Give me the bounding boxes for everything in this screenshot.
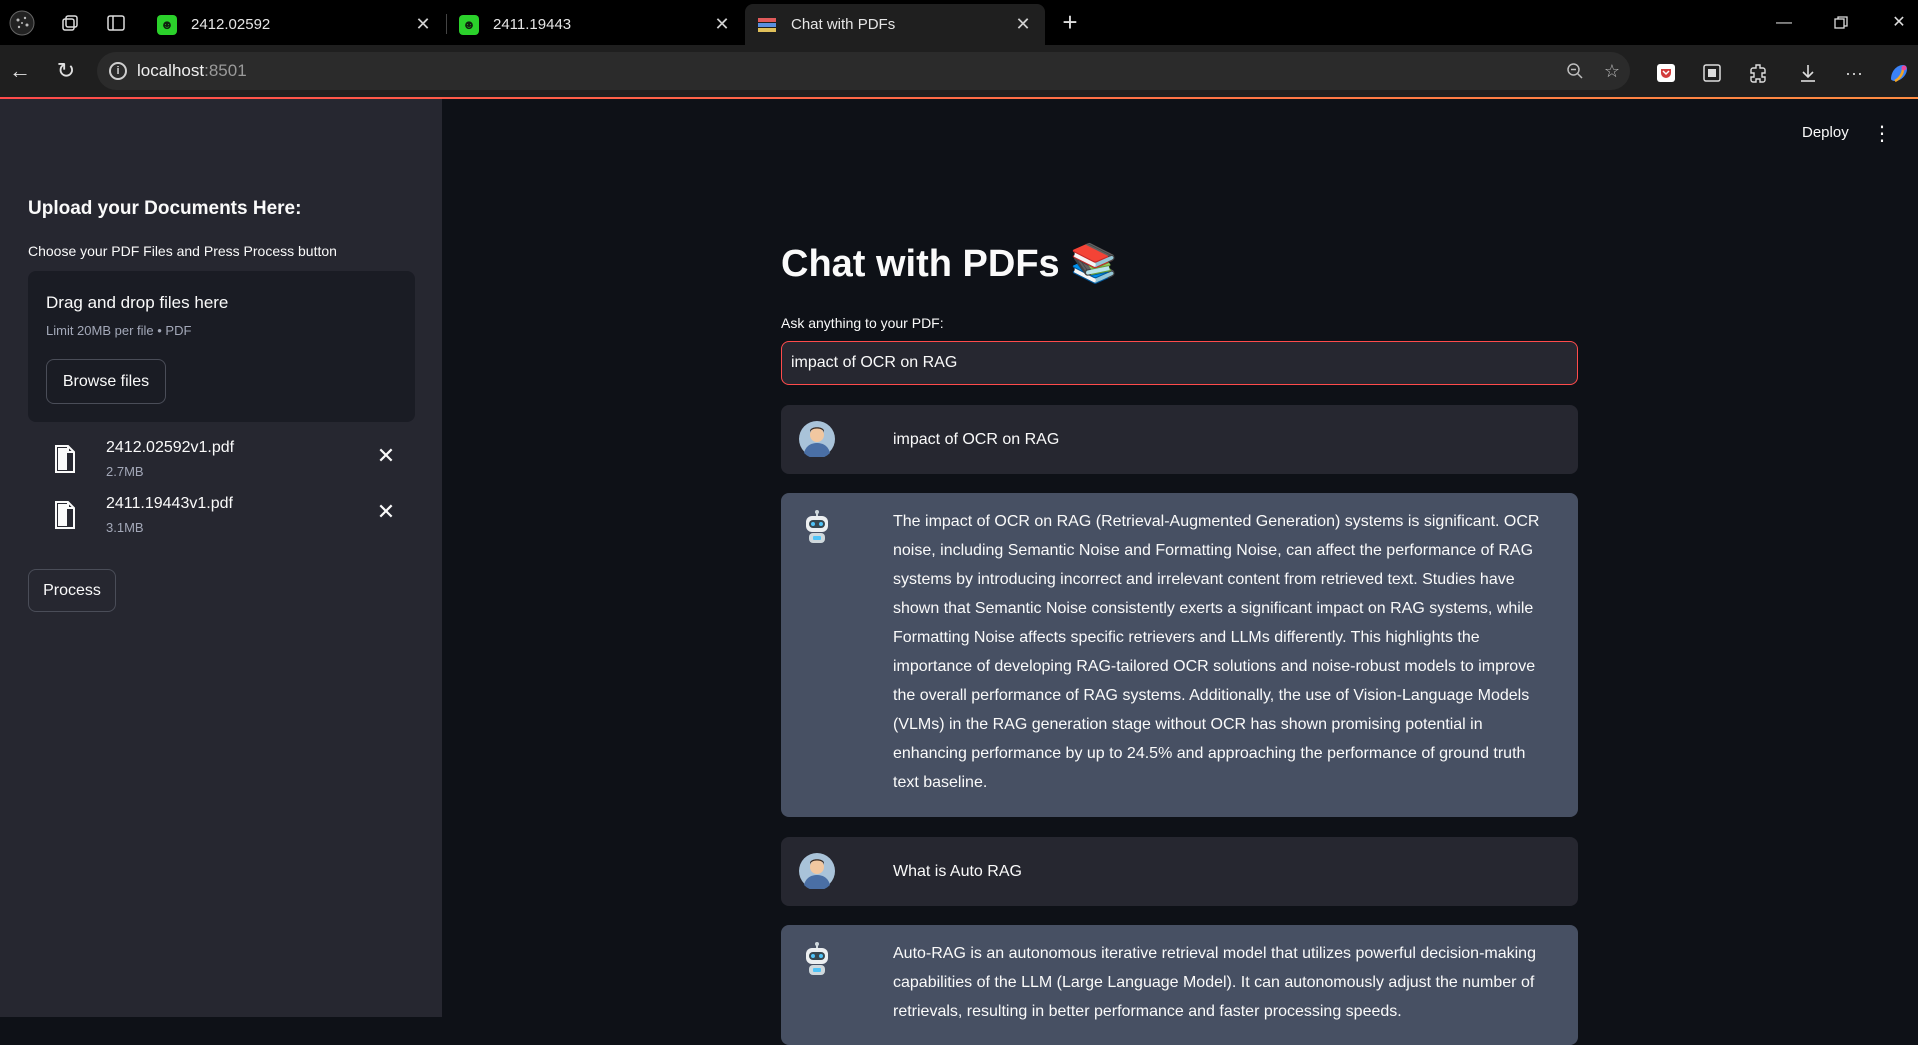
close-window-icon[interactable]: ✕ [1884,10,1914,36]
workspaces-icon[interactable] [55,8,85,38]
file-icon [55,501,75,529]
main-content: Deploy ⋮ Chat with PDFs 📚 Ask anything t… [442,99,1918,1045]
file-name: 2412.02592v1.pdf [106,439,235,456]
file-size: 2.7MB [106,464,144,479]
bot-avatar-icon [806,510,828,543]
vertical-tabs-icon[interactable] [101,8,131,38]
message-text: impact of OCR on RAG [893,431,1060,448]
minimize-icon[interactable]: — [1769,10,1799,36]
deploy-button[interactable]: Deploy [1802,124,1849,141]
dropzone-title: Drag and drop files here [46,293,229,312]
streamlit-app: Upload your Documents Here: Choose your … [0,99,1918,1045]
tab-title: Chat with PDFs [791,16,896,33]
chat-message-bot: The impact of OCR on RAG (Retrieval-Augm… [781,493,1578,817]
file-size: 3.1MB [106,520,144,535]
books-favicon-icon [757,15,777,35]
remove-file-icon[interactable]: ✕ [374,499,398,525]
uploaded-file-item: 2411.19443v1.pdf 3.1MB ✕ [28,493,415,543]
copilot-icon[interactable] [1884,58,1914,88]
more-menu-icon[interactable]: ··· [1839,58,1869,88]
url-host: localhost [137,61,205,80]
zoom-icon[interactable] [1560,52,1590,90]
favorite-star-icon[interactable]: ☆ [1597,52,1627,90]
chat-message-user: impact of OCR on RAG [781,405,1578,474]
remove-file-icon[interactable]: ✕ [374,443,398,469]
file-dropzone[interactable]: Drag and drop files here Limit 20MB per … [28,271,415,422]
question-input[interactable] [781,341,1578,385]
tab-2412[interactable]: ☻ 2412.02592 ✕ [145,4,445,45]
site-info-icon[interactable]: i [109,62,127,80]
tab-title: 2412.02592 [191,16,271,33]
message-text: The impact of OCR on RAG (Retrieval-Augm… [893,513,1540,791]
downloads-icon[interactable] [1793,58,1823,88]
smiley-favicon-icon: ☻ [459,14,479,35]
tab-close-icon[interactable]: ✕ [413,14,433,35]
user-avatar-icon [799,853,835,889]
url-port: :8501 [204,61,247,80]
message-text: Auto-RAG is an autonomous iterative retr… [893,945,1536,1020]
question-input-label: Ask anything to your PDF: [781,315,944,331]
file-icon [55,445,75,473]
sidebar-title: Upload your Documents Here: [28,198,302,219]
main-menu-icon[interactable]: ⋮ [1872,121,1892,146]
uploaded-file-item: 2412.02592v1.pdf 2.7MB ✕ [28,437,415,487]
bot-avatar-icon [806,942,828,975]
tab-2411[interactable]: ☻ 2411.19443 ✕ [447,4,744,45]
sidebar: Upload your Documents Here: Choose your … [0,99,442,1017]
tab-chat-with-pdfs[interactable]: Chat with PDFs ✕ [745,4,1045,45]
browse-files-button[interactable]: Browse files [46,359,166,404]
tab-close-icon[interactable]: ✕ [712,14,732,35]
chat-message-user: What is Auto RAG [781,837,1578,906]
profile-icon[interactable] [7,8,37,38]
back-icon[interactable]: ← [4,55,36,87]
sidebar-subtitle: Choose your PDF Files and Press Process … [28,243,337,259]
smiley-favicon-icon: ☻ [157,14,177,35]
reading-view-icon[interactable] [1697,58,1727,88]
address-toolbar: ← ↻ i localhost :8501 ☆ [0,45,1918,97]
extensions-icon[interactable] [1743,58,1773,88]
new-tab-icon[interactable]: + [1055,8,1085,38]
process-button[interactable]: Process [28,569,116,612]
page-title: Chat with PDFs 📚 [781,243,1118,285]
address-bar[interactable]: i localhost :8501 ☆ [97,52,1630,90]
file-name: 2411.19443v1.pdf [106,495,233,512]
user-avatar-icon [799,421,835,457]
tab-title: 2411.19443 [493,16,572,33]
browser-tab-strip: ☻ 2412.02592 ✕ ☻ 2411.19443 ✕ Chat with … [0,0,1918,45]
restore-icon[interactable] [1826,10,1856,36]
message-text: What is Auto RAG [893,863,1022,880]
chat-message-bot: Auto-RAG is an autonomous iterative retr… [781,925,1578,1045]
tab-close-icon[interactable]: ✕ [1013,14,1033,35]
reload-icon[interactable]: ↻ [50,55,82,87]
dropzone-limit: Limit 20MB per file • PDF [46,323,192,338]
pocket-extension-icon[interactable] [1651,58,1681,88]
